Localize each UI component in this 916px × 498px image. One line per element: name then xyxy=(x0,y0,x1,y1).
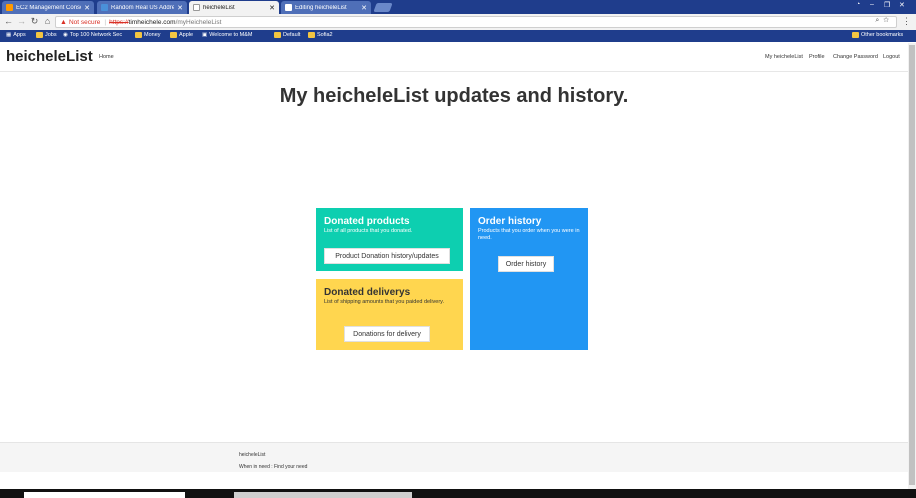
site-brand[interactable]: heicheleList xyxy=(6,48,93,65)
omnibox-divider: | xyxy=(104,18,107,26)
not-secure-label: Not secure xyxy=(68,18,101,26)
bookmark-apps[interactable]: ▦ Apps xyxy=(6,32,26,38)
bookmarks-bar: ▦ Apps Jobs ◉ Top 100 Network Sec Money … xyxy=(0,30,916,42)
back-icon[interactable]: ← xyxy=(3,16,14,26)
bookmark-label: Other bookmarks xyxy=(861,32,904,38)
browser-toolbar: ← → ↻ ⌂ ▲ Not secure | https:// timheich… xyxy=(0,14,916,30)
bookmark-sofia2[interactable]: Sofia2 xyxy=(308,32,333,38)
bookmark-default[interactable]: Default xyxy=(274,32,300,38)
donations-for-delivery-button[interactable]: Donations for delivery xyxy=(344,326,430,342)
card-title: Order history xyxy=(478,216,542,227)
bookmark-welcome[interactable]: ▣ Welcome to M&M xyxy=(202,32,253,38)
bookmark-label: Money xyxy=(144,32,161,38)
taskbar-item[interactable] xyxy=(234,492,412,498)
card-title: Donated deliverys xyxy=(324,287,411,298)
tab-label: EC2 Management Conso xyxy=(16,4,82,11)
taskbar-item[interactable] xyxy=(24,492,185,498)
url-host: timheichele.com xyxy=(128,18,176,26)
bookmark-label: Sofia2 xyxy=(317,32,333,38)
nav-profile-link[interactable]: Profile xyxy=(809,54,825,60)
folder-icon xyxy=(170,32,177,38)
footer-tagline: When in need : Find your need xyxy=(239,464,308,470)
folder-icon xyxy=(135,32,142,38)
browser-tab-random-address[interactable]: Random Real US Addres ✕ xyxy=(97,1,187,14)
bookmark-label: Apps xyxy=(13,32,26,38)
tab-label: Editing heicheleList xyxy=(295,4,347,11)
browser-tab-editing[interactable]: Editing heicheleList ✕ xyxy=(281,1,371,14)
close-icon[interactable]: ✕ xyxy=(361,4,367,12)
order-history-card: Order history Products that you order wh… xyxy=(470,208,588,350)
browser-menu-icon[interactable]: ⋮ xyxy=(902,16,911,27)
page-scrollbar[interactable] xyxy=(908,43,916,489)
nav-my-list-link[interactable]: My heicheleList xyxy=(765,54,803,60)
product-donation-history-button[interactable]: Product Donation history/updates xyxy=(324,248,450,264)
bookmark-label: Top 100 Network Sec xyxy=(69,32,123,38)
folder-icon xyxy=(852,32,859,38)
bookmark-apple[interactable]: Apple xyxy=(170,32,193,38)
minimize-icon[interactable]: – xyxy=(870,1,874,8)
nav-home-link[interactable]: Home xyxy=(99,54,114,60)
card-title: Donated products xyxy=(324,216,410,227)
bookmark-money[interactable]: Money xyxy=(135,32,161,38)
restore-icon[interactable]: ❐ xyxy=(884,1,890,9)
bookmark-other[interactable]: Other bookmarks xyxy=(852,32,903,38)
page-icon: ▣ xyxy=(202,32,208,38)
donated-deliveries-card: Donated deliverys List of shipping amoun… xyxy=(316,279,463,350)
footer-brand: heicheleList xyxy=(239,452,266,458)
window-close-icon[interactable]: ✕ xyxy=(899,1,905,9)
star-icon[interactable]: ☆ xyxy=(883,17,893,24)
page-icon xyxy=(101,4,108,11)
scrollbar-thumb[interactable] xyxy=(909,45,915,485)
home-icon[interactable]: ⌂ xyxy=(42,16,53,26)
card-description: List of shipping amounts that you paided… xyxy=(324,299,445,305)
order-history-button[interactable]: Order history xyxy=(498,256,554,272)
close-icon[interactable]: ✕ xyxy=(177,4,183,12)
browser-tab-ec2[interactable]: EC2 Management Conso ✕ xyxy=(2,1,94,14)
new-tab-button[interactable] xyxy=(373,3,393,12)
grid-icon: ▦ xyxy=(6,32,12,38)
folder-icon xyxy=(274,32,281,38)
forward-icon[interactable]: → xyxy=(16,16,27,26)
browser-tab-heichelelist[interactable]: heicheleList ✕ xyxy=(189,1,279,14)
bookmark-label: Jobs xyxy=(45,32,57,38)
close-icon[interactable]: ✕ xyxy=(84,4,90,12)
bookmark-jobs[interactable]: Jobs xyxy=(36,32,57,38)
os-taskbar xyxy=(0,489,916,498)
folder-icon xyxy=(36,32,43,38)
browser-tabstrip: EC2 Management Conso ✕ Random Real US Ad… xyxy=(0,0,916,14)
nav-change-password-link[interactable]: Change Password xyxy=(833,54,878,60)
url-path: /myHeicheleList xyxy=(175,18,222,26)
aws-icon xyxy=(6,4,13,11)
card-description: Products that you order when you were in… xyxy=(478,228,580,241)
close-icon[interactable]: ✕ xyxy=(269,4,275,12)
url-protocol: https:// xyxy=(109,18,129,26)
site-navbar: heicheleList Home My heicheleList Profil… xyxy=(0,43,908,72)
warning-icon: ▲ xyxy=(60,18,67,26)
page-title: My heicheleList updates and history. xyxy=(279,85,629,107)
address-bar[interactable]: ▲ Not secure | https:// timheichele.com … xyxy=(55,16,897,28)
tab-label: heicheleList xyxy=(203,4,235,11)
card-description: List of all products that you donated. xyxy=(324,228,413,234)
site-footer: heicheleList When in need : Find your ne… xyxy=(0,442,908,472)
bookmark-label: Welcome to M&M xyxy=(209,32,253,38)
nav-logout-link[interactable]: Logout xyxy=(883,54,900,60)
user-icon[interactable]: ◔ xyxy=(856,1,860,8)
folder-icon xyxy=(308,32,315,38)
eye-icon: ◉ xyxy=(63,32,68,38)
donated-products-card: Donated products List of all products th… xyxy=(316,208,463,271)
bookmark-label: Apple xyxy=(179,32,194,38)
bookmark-top100[interactable]: ◉ Top 100 Network Sec xyxy=(63,32,122,38)
page-icon xyxy=(193,4,200,11)
page-icon xyxy=(285,4,292,11)
tab-label: Random Real US Addres xyxy=(111,4,175,11)
bookmark-label: Default xyxy=(283,32,301,38)
reload-icon[interactable]: ↻ xyxy=(29,16,40,27)
